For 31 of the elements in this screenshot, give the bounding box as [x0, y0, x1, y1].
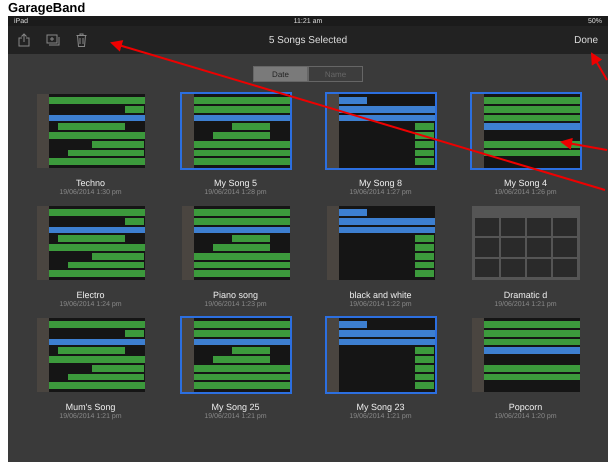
song-thumbnail[interactable] [180, 92, 292, 170]
song-title: My Song 5 [214, 178, 258, 188]
song-thumbnail[interactable] [180, 204, 292, 282]
song-title: My Song 25 [211, 402, 260, 412]
trash-icon[interactable] [74, 31, 89, 49]
share-icon[interactable] [16, 31, 32, 49]
song-thumbnail[interactable] [470, 92, 582, 170]
song-thumbnail[interactable] [324, 316, 436, 394]
song-title: Techno [76, 178, 106, 188]
song-thumbnail[interactable] [34, 316, 146, 394]
done-button[interactable]: Done [572, 32, 600, 48]
song-title: Popcorn [508, 402, 542, 412]
song-thumbnail[interactable] [324, 204, 436, 282]
song-title: My Song 8 [358, 178, 402, 188]
song-title: Piano song [212, 290, 258, 300]
song-thumbnail[interactable] [34, 204, 146, 282]
song-title: My Song 4 [504, 178, 548, 188]
song-title: Dramatic d [504, 290, 548, 300]
song-thumbnail[interactable] [180, 316, 292, 394]
nav-title: 5 Songs Selected [268, 34, 348, 46]
song-title: black and white [349, 290, 412, 300]
song-thumbnail[interactable] [470, 204, 582, 282]
song-title: Mum's Song [66, 402, 116, 412]
song-thumbnail[interactable] [470, 316, 582, 394]
song-thumbnail[interactable] [34, 92, 146, 170]
song-title: My Song 23 [356, 402, 405, 412]
song-thumbnail[interactable] [324, 92, 436, 170]
page-heading: GarageBand [7, 0, 86, 16]
song-title: Electro [76, 290, 104, 300]
sort-tab[interactable]: Date [253, 66, 308, 82]
duplicate-icon[interactable] [44, 32, 62, 48]
